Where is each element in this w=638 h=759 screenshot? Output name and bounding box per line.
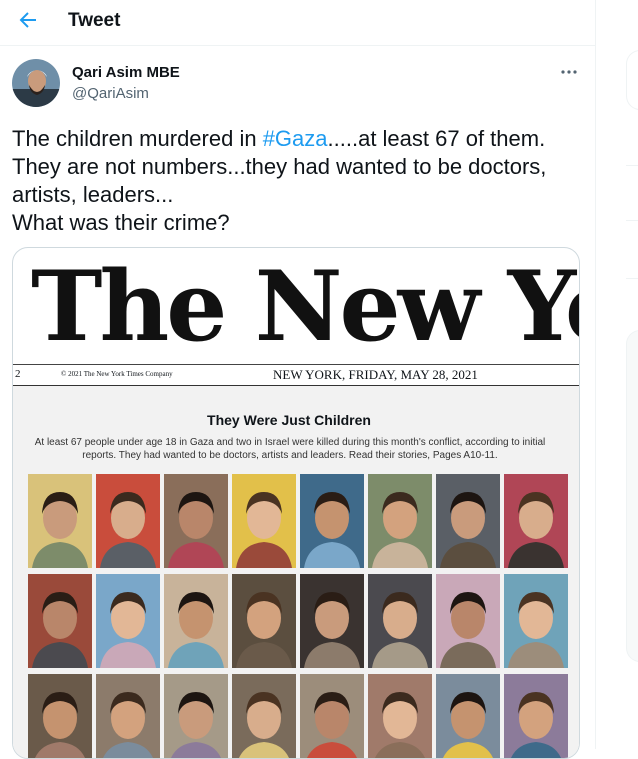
dateline-bar: 2 © 2021 The New York Times Company NEW … [13, 364, 579, 387]
avatar[interactable] [12, 59, 60, 107]
child-portrait [300, 474, 364, 568]
child-portrait [504, 574, 568, 668]
copyright-line: © 2021 The New York Times Company [61, 370, 173, 378]
child-portrait [28, 674, 92, 758]
author-handle[interactable]: @QariAsim [72, 85, 149, 102]
child-portrait [164, 474, 228, 568]
more-horizontal-icon[interactable] [559, 62, 579, 82]
child-portrait [436, 674, 500, 758]
divider [626, 220, 638, 221]
child-portrait [368, 574, 432, 668]
child-portrait [96, 474, 160, 568]
feature-headline: They Were Just Children [207, 412, 371, 428]
child-portrait [164, 674, 228, 758]
child-portrait [232, 474, 296, 568]
right-sidebar [596, 0, 638, 749]
divider [626, 165, 638, 166]
sidebar-panel [626, 330, 638, 662]
page-number: 2 [15, 368, 21, 380]
child-portrait [504, 474, 568, 568]
hashtag-link[interactable]: #Gaza [263, 126, 328, 151]
child-portrait [504, 674, 568, 758]
tweet-column: Tweet Qari Asim MBE @QariAsim The childr… [0, 0, 596, 759]
arrow-left-icon[interactable] [16, 8, 40, 32]
feature-panel: They Were Just Children At least 67 peop… [13, 386, 579, 758]
tweet-media-image[interactable]: The New York T 2 © 2021 The New York Tim… [12, 247, 580, 759]
child-portrait [232, 674, 296, 758]
child-portrait [436, 474, 500, 568]
child-portrait [232, 574, 296, 668]
sidebar-search-box[interactable] [626, 50, 638, 110]
newspaper-masthead: The New York T [13, 248, 579, 358]
child-portrait [300, 574, 364, 668]
top-bar: Tweet [0, 0, 595, 46]
tweet-text: The children murdered in #Gaza.....at le… [12, 125, 582, 237]
tweet-text-end: .....at least 67 of them. [327, 126, 546, 151]
child-portrait [436, 574, 500, 668]
divider [626, 278, 638, 279]
child-portrait [368, 474, 432, 568]
child-portrait [96, 674, 160, 758]
dateline-text: NEW YORK, FRIDAY, MAY 28, 2021 [273, 367, 478, 382]
author-name[interactable]: Qari Asim MBE [72, 64, 180, 81]
child-portrait [28, 474, 92, 568]
child-portrait [28, 574, 92, 668]
tweet-line-3: What was their crime? [12, 210, 230, 235]
tweet-line-2: They are not numbers...they had wanted t… [12, 154, 547, 207]
masthead-text: The New York T [31, 250, 579, 358]
child-portrait [164, 574, 228, 668]
page-title: Tweet [68, 10, 121, 31]
child-portrait [96, 574, 160, 668]
child-portrait [300, 674, 364, 758]
tweet-text-start: The children murdered in [12, 126, 263, 151]
feature-subhead: At least 67 people under age 18 in Gaza … [34, 437, 546, 461]
child-portrait [368, 674, 432, 758]
